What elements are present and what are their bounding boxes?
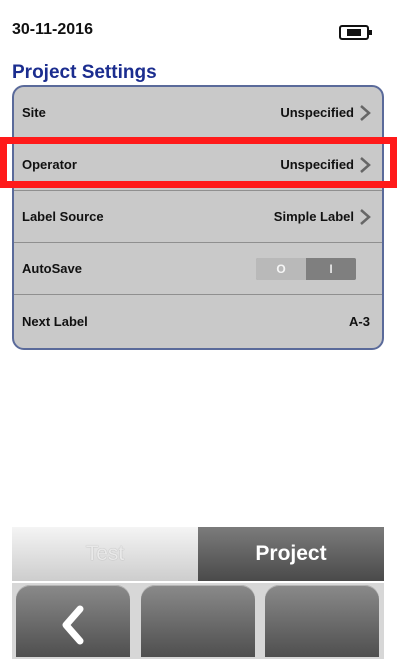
softkey-right-button[interactable] [265, 585, 379, 657]
row-value: Simple Label [273, 209, 354, 224]
softkey-middle-button[interactable] [141, 585, 255, 657]
settings-row-autosave: AutoSave O I [14, 243, 382, 295]
page-title: Project Settings [12, 62, 157, 83]
settings-row-next-label[interactable]: Next Label A-3 [14, 295, 382, 347]
chevron-right-icon [360, 209, 371, 225]
row-value: A-3 [349, 313, 370, 329]
device-screen: 30-11-2016 Project Settings Site Unspeci… [0, 0, 397, 659]
settings-row-label-source[interactable]: Label Source Simple Label [14, 191, 382, 243]
back-icon [62, 605, 84, 645]
date-label: 30-11-2016 [12, 21, 93, 38]
back-button[interactable] [16, 585, 130, 657]
bottom-tabs: Test Project [12, 527, 384, 581]
row-label: AutoSave [22, 261, 82, 276]
chevron-right-icon [360, 105, 371, 121]
status-bar: 30-11-2016 [0, 0, 397, 60]
row-label: Next Label [22, 313, 88, 329]
tab-project[interactable]: Project [198, 527, 384, 581]
settings-panel: Site Unspecified Operator Unspecified La… [12, 85, 384, 350]
nav-bar [12, 583, 384, 659]
highlight-box [0, 137, 397, 188]
toggle-off-label: O [256, 258, 306, 280]
battery-icon [339, 25, 372, 40]
toggle-on-label: I [306, 258, 356, 280]
autosave-toggle[interactable]: O I [256, 258, 356, 280]
row-label: Site [22, 105, 46, 120]
row-label: Label Source [22, 209, 104, 224]
tab-test[interactable]: Test [12, 527, 198, 581]
settings-row-site[interactable]: Site Unspecified [14, 87, 382, 139]
row-value: Unspecified [280, 105, 354, 120]
